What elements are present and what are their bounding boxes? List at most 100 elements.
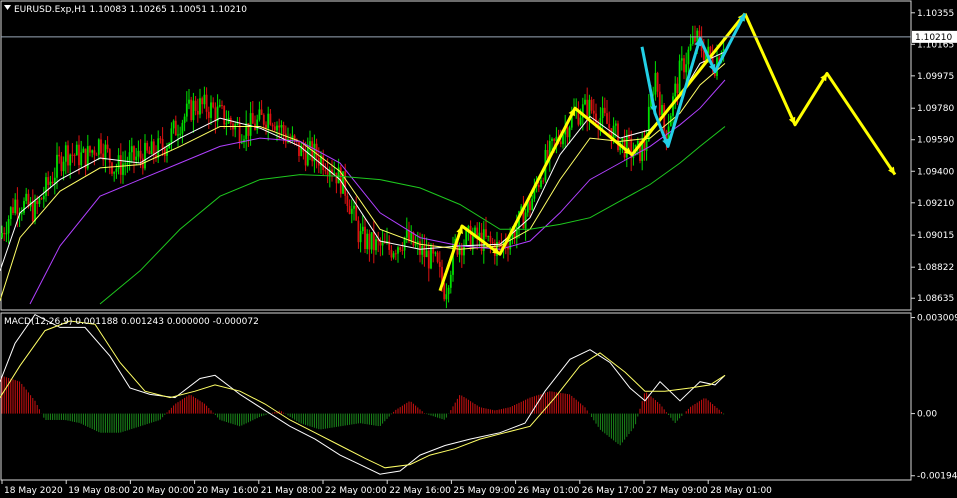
candle-body	[124, 163, 127, 165]
candle-body	[148, 150, 151, 155]
candle-body	[656, 72, 659, 92]
candle-body	[489, 235, 492, 242]
candle-body	[14, 199, 17, 214]
candle-body	[218, 105, 221, 107]
candle-body	[258, 109, 261, 120]
candle-body	[115, 168, 118, 172]
candle-body	[355, 205, 358, 221]
candle-body	[174, 120, 177, 136]
price-tick-label: 1.09975	[917, 72, 954, 82]
candle-body	[47, 177, 50, 185]
candle-body	[269, 113, 272, 125]
candle-body	[111, 162, 113, 174]
candle-body	[38, 198, 41, 204]
candle-body	[137, 150, 140, 157]
chart-background	[0, 0, 957, 498]
chart-terminal[interactable]: 1.103551.101651.099751.097801.095901.094…	[0, 0, 957, 498]
candle-body	[196, 110, 199, 115]
candle-body	[485, 229, 487, 237]
candle-body	[579, 117, 582, 125]
candle-body	[16, 199, 19, 215]
candle-body	[91, 150, 94, 153]
candle-body	[537, 185, 540, 188]
candle-body	[152, 141, 155, 156]
candle-body	[698, 30, 701, 38]
candle-body	[421, 245, 424, 255]
candle-body	[592, 110, 595, 114]
main-title-text: EURUSD.Exp,H1 1.10083 1.10265 1.10051 1.…	[14, 5, 247, 15]
candle-body	[346, 195, 349, 206]
candle-body	[71, 154, 74, 156]
candle-body	[498, 242, 501, 244]
candle-body	[654, 72, 657, 95]
candle-body	[625, 134, 628, 158]
candle-body	[326, 171, 329, 175]
candle-body	[69, 154, 72, 166]
candle-body	[689, 43, 692, 50]
candle-body	[161, 138, 164, 149]
candle-body	[366, 233, 369, 250]
candle-body	[177, 134, 179, 136]
candle-body	[146, 142, 149, 151]
candle-body	[696, 30, 699, 42]
candle-body	[135, 156, 138, 161]
candle-body	[551, 138, 553, 141]
candle-body	[702, 50, 705, 60]
candle-body	[192, 100, 195, 121]
price-tick-label: 1.09015	[917, 231, 954, 241]
candle-body	[89, 146, 91, 153]
candle-body	[199, 98, 201, 115]
candle-body	[190, 99, 193, 121]
time-tick-label: 25 May 09:00	[453, 486, 515, 496]
candle-body	[465, 229, 468, 245]
candle-body	[267, 113, 270, 129]
candle-body	[40, 198, 43, 200]
time-tick-label: 18 May 2020	[4, 486, 63, 496]
candle-body	[658, 91, 661, 115]
candle-body	[73, 154, 76, 156]
candle-body	[7, 219, 10, 234]
time-tick-label: 19 May 08:00	[68, 486, 130, 496]
candle-body	[401, 249, 404, 251]
candle-body	[42, 195, 45, 200]
candle-body	[53, 177, 56, 184]
macd-tick-label: -0.001948	[917, 472, 957, 482]
candle-body	[379, 241, 382, 246]
time-tick-label: 26 May 17:00	[582, 486, 644, 496]
candle-body	[540, 180, 542, 188]
candle-body	[405, 230, 408, 238]
candle-body	[559, 141, 562, 145]
candle-body	[100, 139, 102, 154]
candle-body	[23, 201, 25, 213]
candle-body	[56, 154, 58, 178]
candle-body	[436, 252, 439, 262]
candle-body	[159, 138, 162, 140]
candle-body	[584, 99, 586, 105]
candle-body	[78, 144, 80, 166]
candle-body	[82, 148, 85, 153]
candle-body	[185, 103, 188, 117]
price-tick-label: 1.08635	[917, 294, 954, 304]
time-tick-label: 21 May 08:00	[261, 486, 323, 496]
candle-body	[139, 150, 142, 159]
candle-body	[207, 111, 210, 118]
candle-body	[130, 146, 133, 153]
candle-body	[403, 237, 406, 251]
candle-body	[58, 154, 61, 157]
candle-body	[357, 220, 360, 243]
candle-body	[183, 116, 186, 123]
time-tick-label: 20 May 00:00	[132, 486, 194, 496]
candle-body	[394, 253, 397, 255]
candle-body	[106, 144, 109, 150]
candle-body	[265, 124, 267, 129]
candle-body	[282, 125, 285, 134]
candle-body	[438, 261, 441, 267]
candle-body	[590, 99, 593, 111]
candle-body	[458, 246, 461, 255]
candle-body	[529, 201, 531, 211]
price-tick-label: 1.09780	[917, 104, 954, 114]
candle-body	[201, 98, 204, 105]
candle-body	[271, 124, 274, 127]
candle-body	[460, 246, 463, 256]
price-tick-label: 1.09400	[917, 167, 954, 177]
